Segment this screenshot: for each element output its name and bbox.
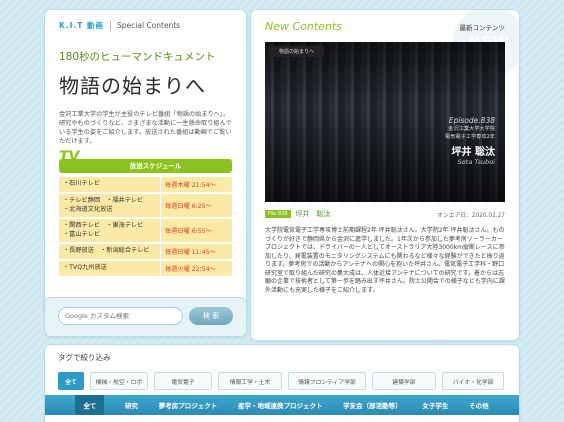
schedule-time: 毎週日曜 6:25〜 (160, 194, 232, 217)
episode-name-en: Sota Tsuboi (457, 158, 495, 166)
brand-divider (110, 21, 112, 30)
brand-row: K.I.T 動画 Special Contents (59, 20, 232, 31)
category-tab[interactable]: 全て (75, 395, 105, 415)
category-tab[interactable]: 研究 (125, 400, 138, 410)
tag-filter-button[interactable]: 情報工学・土木 (218, 372, 282, 390)
category-tab[interactable]: その他 (469, 400, 489, 410)
schedule-stations: ・石川テレビ (59, 177, 160, 192)
station-name: ・富山テレビ (63, 230, 101, 238)
episode-number: Episode.838 (448, 116, 495, 125)
schedule-time: 毎週火曜 22:54〜 (160, 261, 232, 276)
tag-filter-button[interactable]: 全て (58, 372, 84, 390)
person-name: 坪井 聡汰 (295, 210, 331, 218)
schedule-row: ・関西テレビ ・東海テレビ ・富山テレビ 毎週日曜 6:55〜 (59, 219, 232, 242)
tag-filter-title: タグで絞り込み (58, 353, 111, 362)
schedule-list: ・石川テレビ 毎週木曜 21:54〜 ・テレビ静岡 ・福井テレビ ・北海道文化放送 毎週… (59, 177, 232, 276)
tag-filter-button[interactable]: 機械・航空・ロボ (90, 372, 148, 390)
search-input[interactable] (58, 307, 183, 325)
program-title: 物語の始まりへ (59, 74, 206, 98)
intro-panel: K.I.T 動画 Special Contents 180秒のヒューマンドキュメ… (45, 10, 246, 317)
section-label: Special Contents (117, 21, 181, 30)
station-name: ・石川テレビ (63, 180, 101, 188)
tag-filter-button[interactable]: 電気電子 (154, 372, 212, 390)
schedule-time: 毎週日曜 11:45〜 (160, 244, 232, 259)
new-contents-title: New Contents (265, 20, 342, 33)
schedule-label: 放送スケジュール (59, 159, 232, 173)
search-panel: 検 索 (45, 298, 246, 336)
schedule-stations: ・長野放送 ・新潟総合テレビ (59, 244, 160, 259)
file-badge: File 838 (265, 210, 291, 218)
tag-filter-button[interactable]: バイオ・化学部 (442, 372, 504, 390)
video-header: 物語の始まりへ (269, 46, 325, 57)
schedule-header: TV 放送スケジュール (59, 149, 232, 173)
schedule-stations: ・TVQ九州放送 (59, 261, 160, 276)
category-bar: 全て 研究 夢考房プロジェクト 産学・地域連携プロジェクト 学友会（部活動等） 女子学生 そ… (45, 395, 519, 415)
station-name: ・テレビ静岡 ・福井テレビ (63, 197, 144, 204)
new-contents-panel: NEW New Contents 最新コンテンツ 物語の始まりへ Episode… (251, 10, 519, 340)
episode-org-line1: 金沢工業大学大学院 (448, 126, 495, 132)
episode-description: 大学院電気電子工学専攻博士前期課程2年 坪井聡汰さん。大学院2年 坪井聡汰さん。… (265, 227, 505, 294)
tag-list: 全て 機械・航空・ロボ 電気電子 情報工学・土木 情報フロンティア学部 建築学部 バイオ・化… (58, 372, 506, 390)
schedule-time: 毎週木曜 21:54〜 (160, 177, 232, 192)
tag-filter-button[interactable]: 情報フロンティア学部 (288, 372, 366, 390)
tv-icon: TV (59, 149, 80, 165)
schedule-row: ・TVQ九州放送 毎週火曜 22:54〜 (59, 261, 232, 276)
onair-date: オンエア日：2020.02.27 (437, 212, 505, 219)
latest-contents-link[interactable]: 最新コンテンツ (460, 22, 506, 32)
schedule-row: ・テレビ静岡 ・福井テレビ ・北海道文化放送 毎週日曜 6:25〜 (59, 194, 232, 217)
episode-org-line2: 電気電子工学専攻2年 (445, 134, 495, 140)
tag-filter-panel: タグで絞り込み 全て 機械・航空・ロボ 電気電子 情報工学・土木 情報フロンティア学部建… (45, 345, 519, 422)
schedule-stations: ・関西テレビ ・東海テレビ ・富山テレビ (59, 219, 160, 242)
episode-meta: File 838 坪井 聡汰 オンエア日：2020.02.27 (265, 209, 505, 219)
program-subtitle: 180秒のヒューマンドキュメント (59, 51, 216, 63)
tag-filter-button[interactable]: 建築学部 (372, 372, 436, 390)
schedule-time: 毎週日曜 6:55〜 (160, 219, 232, 242)
episode-name: 坪井 聡汰 (451, 147, 495, 158)
category-tab[interactable]: 女子学生 (422, 400, 448, 410)
episode-caption: Episode.838 金沢工業大学大学院 電気電子工学専攻2年 坪井 聡汰 S… (445, 116, 495, 166)
category-tab[interactable]: 産学・地域連携プロジェクト (238, 400, 323, 410)
search-button[interactable]: 検 索 (189, 307, 233, 325)
station-name: ・北海道文化放送 (63, 205, 113, 213)
station-name: ・TVQ九州放送 (63, 264, 107, 272)
station-name: ・関西テレビ ・東海テレビ (63, 222, 144, 229)
kit-logo[interactable]: K.I.T 動画 (59, 20, 104, 31)
station-name: ・長野放送 ・新潟総合テレビ (63, 247, 150, 255)
category-tab[interactable]: 夢考房プロジェクト (159, 400, 218, 410)
program-description: 金沢工業大学の学生が主役のテレビ番組「物語の始まりへ」。研究やものづくりなど、さ… (59, 111, 232, 145)
schedule-stations: ・テレビ静岡 ・福井テレビ ・北海道文化放送 (59, 194, 160, 217)
video-player[interactable]: 物語の始まりへ Episode.838 金沢工業大学大学院 電気電子工学専攻2年… (265, 42, 505, 202)
schedule-row: ・石川テレビ 毎週木曜 21:54〜 (59, 177, 232, 192)
category-tab[interactable]: 学友会（部活動等） (343, 400, 402, 410)
schedule-row: ・長野放送 ・新潟総合テレビ 毎週日曜 11:45〜 (59, 244, 232, 259)
